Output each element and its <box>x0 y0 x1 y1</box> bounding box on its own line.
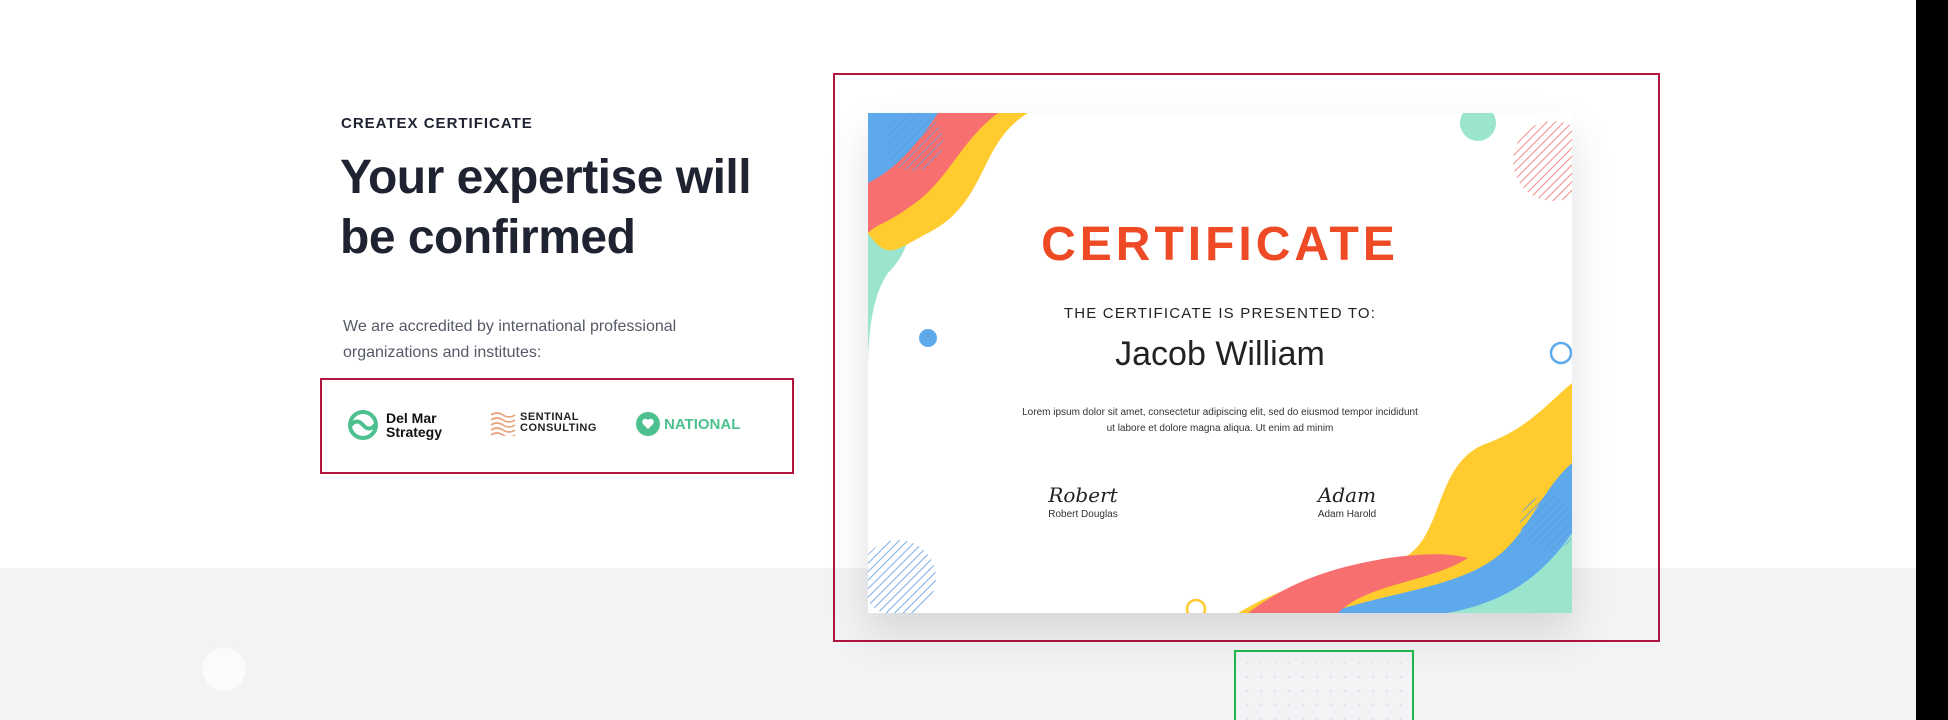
dot-pattern-highlight <box>1234 650 1414 720</box>
del-mar-logo-icon <box>348 410 378 440</box>
heart-badge-icon <box>636 412 660 436</box>
sentinal-logo-icon <box>490 412 516 436</box>
presented-to-label: THE CERTIFICATE IS PRESENTED TO: <box>1063 305 1377 322</box>
signatory-name: Adam Harold <box>1317 509 1377 520</box>
partner-logos: Del Mar Strategy SENTINAL CONSULTING NAT… <box>320 378 794 474</box>
logo-line2: CONSULTING <box>520 422 597 434</box>
signature-script: Adam <box>1317 483 1377 507</box>
window-edge <box>1916 0 1948 720</box>
accreditation-description: We are accredited by international profe… <box>343 318 677 361</box>
recipient-name: Jacob William <box>1115 335 1325 373</box>
signatory-name: Robert Douglas <box>1048 509 1118 520</box>
certificate-preview: CERTIFICATE THE CERTIFICATE IS PRESENTED… <box>868 113 1572 613</box>
logo-text: NATIONAL <box>664 415 741 433</box>
logo-del-mar-strategy[interactable]: Del Mar Strategy <box>346 410 442 440</box>
decorative-blob <box>202 647 246 691</box>
section-eyebrow: CREATEX CERTIFICATE <box>341 115 533 132</box>
signature-block: Robert Robert Douglas <box>1023 483 1143 520</box>
logo-national[interactable]: NATIONAL <box>636 412 740 436</box>
certificate-title: CERTIFICATE <box>1041 218 1399 271</box>
section-headline: Your expertise will be confirmed <box>340 151 752 264</box>
signature-script: Robert <box>1048 483 1118 507</box>
logo-line2: Strategy <box>386 424 443 440</box>
signature-block: Adam Adam Harold <box>1287 483 1407 520</box>
logo-line1: Del Mar <box>386 410 437 426</box>
logo-sentinal-consulting[interactable]: SENTINAL CONSULTING <box>490 410 597 436</box>
certificate-body-text: Lorem ipsum dolor sit amet, consectetur … <box>1022 407 1418 434</box>
